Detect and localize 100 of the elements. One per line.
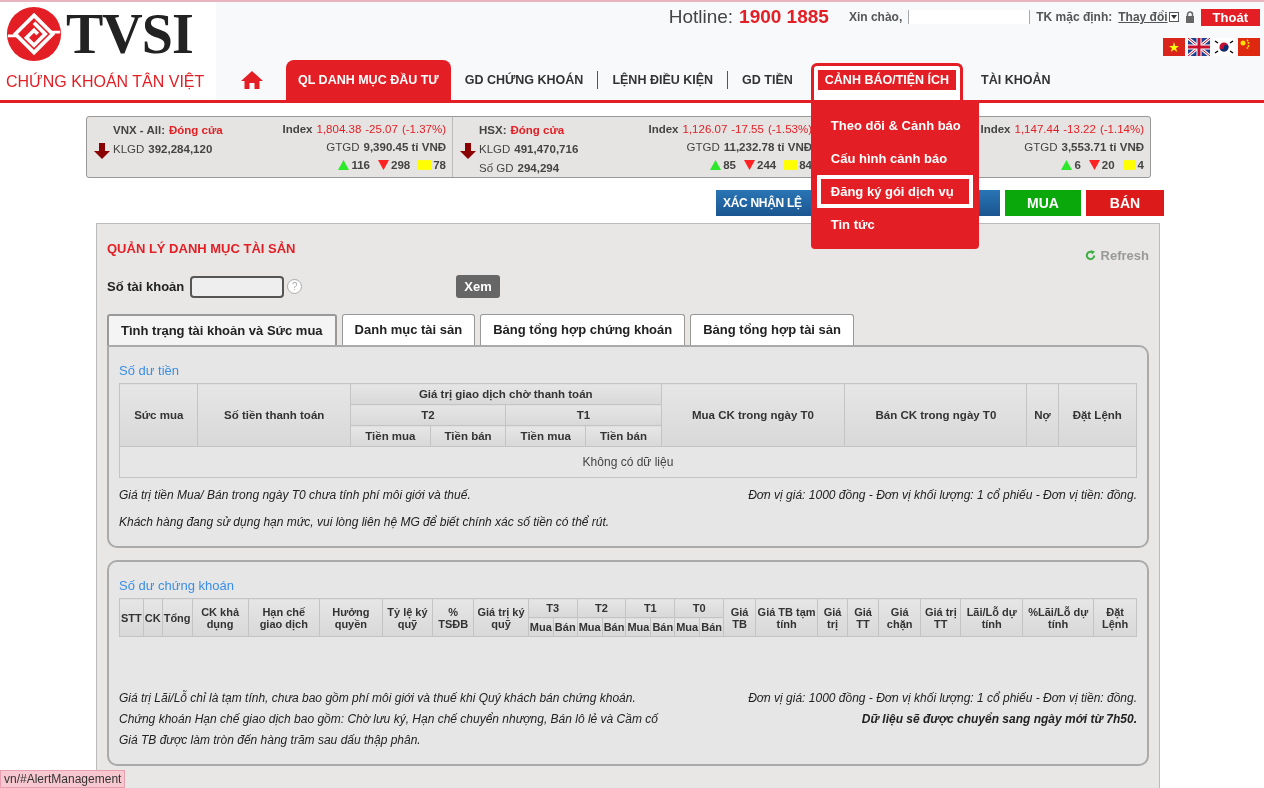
menu-item[interactable]: Đăng ký gói dịch vụ	[816, 175, 973, 208]
column-header: Đặt Lệnh	[1093, 598, 1137, 637]
index-change-percent: (-1.37%)	[401, 123, 446, 135]
nav-tab[interactable]: TÀI KHOẢN	[967, 60, 1065, 100]
down-triangle-icon	[378, 160, 389, 170]
greeting: Xin chào,	[848, 10, 903, 24]
column-header: Tổng	[162, 598, 193, 637]
stars-flag-icon[interactable]	[1238, 38, 1260, 56]
column-header: T0	[674, 598, 724, 618]
index-label: Index	[282, 123, 313, 135]
column-header: Bán CK trong ngày T0	[844, 383, 1027, 447]
column-header: T3	[528, 598, 578, 618]
up-triangle-icon	[1061, 160, 1073, 170]
advancers-count: 116	[351, 159, 370, 171]
column-header: Giá trị TT	[920, 598, 961, 637]
note-text: Đơn vị giá: 1000 đồng - Đơn vị khối lượng: 1 cổ phiếu - Đơn vị tiền: đồng.	[748, 691, 1137, 705]
market-status: Đóng cửa	[510, 123, 565, 136]
column-header: T2	[577, 598, 626, 618]
column-header: Giá trị giao dịch chờ thanh toán	[350, 383, 662, 405]
logo-mark-icon	[6, 6, 62, 62]
hotline-label: Hotline:	[668, 6, 734, 28]
tab[interactable]: Danh mục tài sản	[341, 314, 476, 345]
union-flag-icon[interactable]	[1188, 38, 1210, 56]
column-header: Giá TB	[723, 598, 756, 637]
volume-label: KLGD	[113, 142, 145, 155]
nav-tab[interactable]: QL DANH MỤC ĐẦU TƯ	[286, 60, 451, 100]
trades-label: Số GD	[479, 161, 514, 174]
index-value: 1,147.44	[1014, 123, 1060, 135]
note-text: Khách hàng đang sử dụng hạn mức, vui lòng liên hệ MG để biết chính xác số tiền có thể rút.	[119, 515, 610, 529]
menu-item[interactable]: Cấu hình cảnh báo	[816, 142, 973, 175]
nav-tab[interactable]: GD CHỨNG KHOÁN	[450, 60, 598, 100]
panel-title: QUẢN LÝ DANH MỤC TÀI SẢN	[107, 241, 296, 256]
column-header: Giá chặn	[878, 598, 921, 637]
value-label: GTGD	[1024, 141, 1058, 153]
menu-item[interactable]: Theo dõi & Cảnh báo	[816, 109, 973, 142]
index-label: Index	[648, 123, 679, 135]
nav-tab[interactable]: CẢNH BÁO/TIỆN ÍCH	[810, 63, 964, 100]
tab[interactable]: Bảng tổng hợp tài sản	[690, 314, 854, 345]
column-header: Sức mua	[119, 383, 198, 447]
column-header: Mua CK trong ngày T0	[661, 383, 845, 447]
up-triangle-icon	[710, 160, 722, 170]
view-button[interactable]: Xem	[456, 275, 500, 298]
column-header: Lãi/Lỗ dự tính	[960, 598, 1023, 637]
section-title: Số dư chứng khoán	[119, 578, 235, 593]
column-header: Nợ	[1026, 383, 1058, 447]
logo-text: TVSI	[66, 5, 193, 63]
trade-value: 3,553.71 tỉ VNĐ	[1061, 141, 1144, 153]
column-header: Giá trị	[817, 598, 848, 637]
circle-flag-icon[interactable]	[1213, 38, 1235, 56]
star-flag-icon[interactable]	[1163, 38, 1185, 56]
index-value: 1,804.38	[316, 123, 362, 135]
note-text: Chứng khoán Hạn chế giao dịch bao gồm: Chờ lưu ký, Hạn chế chuyển nhượng, Bán lô lẻ và Cầm cố	[119, 712, 658, 726]
column-header: STT	[119, 598, 144, 637]
note-text: Đơn vị giá: 1000 đồng - Đơn vị khối lượng: 1 cổ phiếu - Đơn vị tiền: đồng.	[748, 488, 1137, 502]
refresh-icon	[1084, 250, 1096, 261]
nav-tab[interactable]: LỆNH ĐIỀU KIỆN	[598, 60, 728, 100]
note-text: Giá trị tiền Mua/ Bán trong ngày T0 chưa tính phí môi giới và thuế.	[119, 488, 472, 502]
sell-button[interactable]: BÁN	[1086, 190, 1164, 216]
down-triangle-icon	[1088, 160, 1100, 170]
nav-tab[interactable]: GD TIỀN	[728, 60, 807, 100]
column-header: Số tiền thanh toán	[198, 383, 351, 447]
volume-label: KLGD	[479, 142, 511, 155]
index-change: -25.07	[365, 123, 398, 135]
account-label: Số tài khoản	[107, 279, 185, 294]
up-triangle-icon	[338, 160, 350, 170]
column-header: %Lãi/Lỗ dự tính	[1022, 598, 1094, 637]
column-header: Giá trị ký quỹ	[473, 598, 529, 637]
advancers-count: 85	[723, 159, 736, 171]
logout-button[interactable]: Thoát	[1200, 8, 1260, 26]
nav-tab-label: CẢNH BÁO/TIỆN ÍCH	[817, 70, 957, 90]
tab[interactable]: Tình trạng tài khoản và Sức mua	[107, 314, 337, 345]
column-header: Hưởng quyền	[319, 598, 383, 637]
dropdown-icon[interactable]	[1168, 12, 1179, 22]
value-label: GTGD	[326, 141, 360, 153]
hotline-number: 1900 1885	[739, 6, 829, 28]
tab[interactable]: Bảng tổng hợp chứng khoán	[480, 314, 686, 345]
market-name: VNX - All:	[113, 123, 165, 136]
change-link[interactable]: Thay đổi	[1118, 10, 1168, 24]
menu-item[interactable]: Tin tức	[816, 208, 973, 241]
unchanged-count: 4	[1137, 159, 1144, 171]
trade-value: 11,232.78 tỉ VNĐ	[723, 141, 812, 153]
account-field[interactable]	[190, 275, 285, 298]
buy-button[interactable]: MUA	[1005, 190, 1081, 216]
note-text: Dữ liệu sẽ được chuyển sang ngày mới từ 7h50.	[860, 712, 1137, 726]
column-header: CK khả dụng	[192, 598, 249, 637]
section-title: Số dư tiền	[119, 363, 181, 378]
note-text: Giá TB được làm tròn đến hàng trăm sau dấu thập phân.	[119, 733, 422, 747]
column-header: Hạn chế giao dịch	[248, 598, 320, 637]
index-change: -17.55	[731, 123, 764, 135]
column-header: Giá TB tạm tính	[755, 598, 818, 637]
square-icon	[1122, 160, 1136, 170]
tagline: CHỨNG KHOÁN TÂN VIỆT	[6, 73, 206, 91]
note-text: Giá trị Lãi/Lỗ chỉ là tạm tính, chưa bao gồm phí môi giới và thuế khi Quý khách bán chứng khoán.	[119, 691, 637, 705]
index-value: 1,126.07	[682, 123, 728, 135]
home-icon[interactable]	[240, 70, 264, 90]
empty-message: Không có dữ liệu	[119, 446, 1137, 478]
trades-value: 294,294	[517, 161, 560, 174]
value-label: GTGD	[686, 141, 720, 153]
index-change-percent: (-1.53%)	[767, 123, 812, 135]
decliners-count: 244	[757, 159, 777, 171]
